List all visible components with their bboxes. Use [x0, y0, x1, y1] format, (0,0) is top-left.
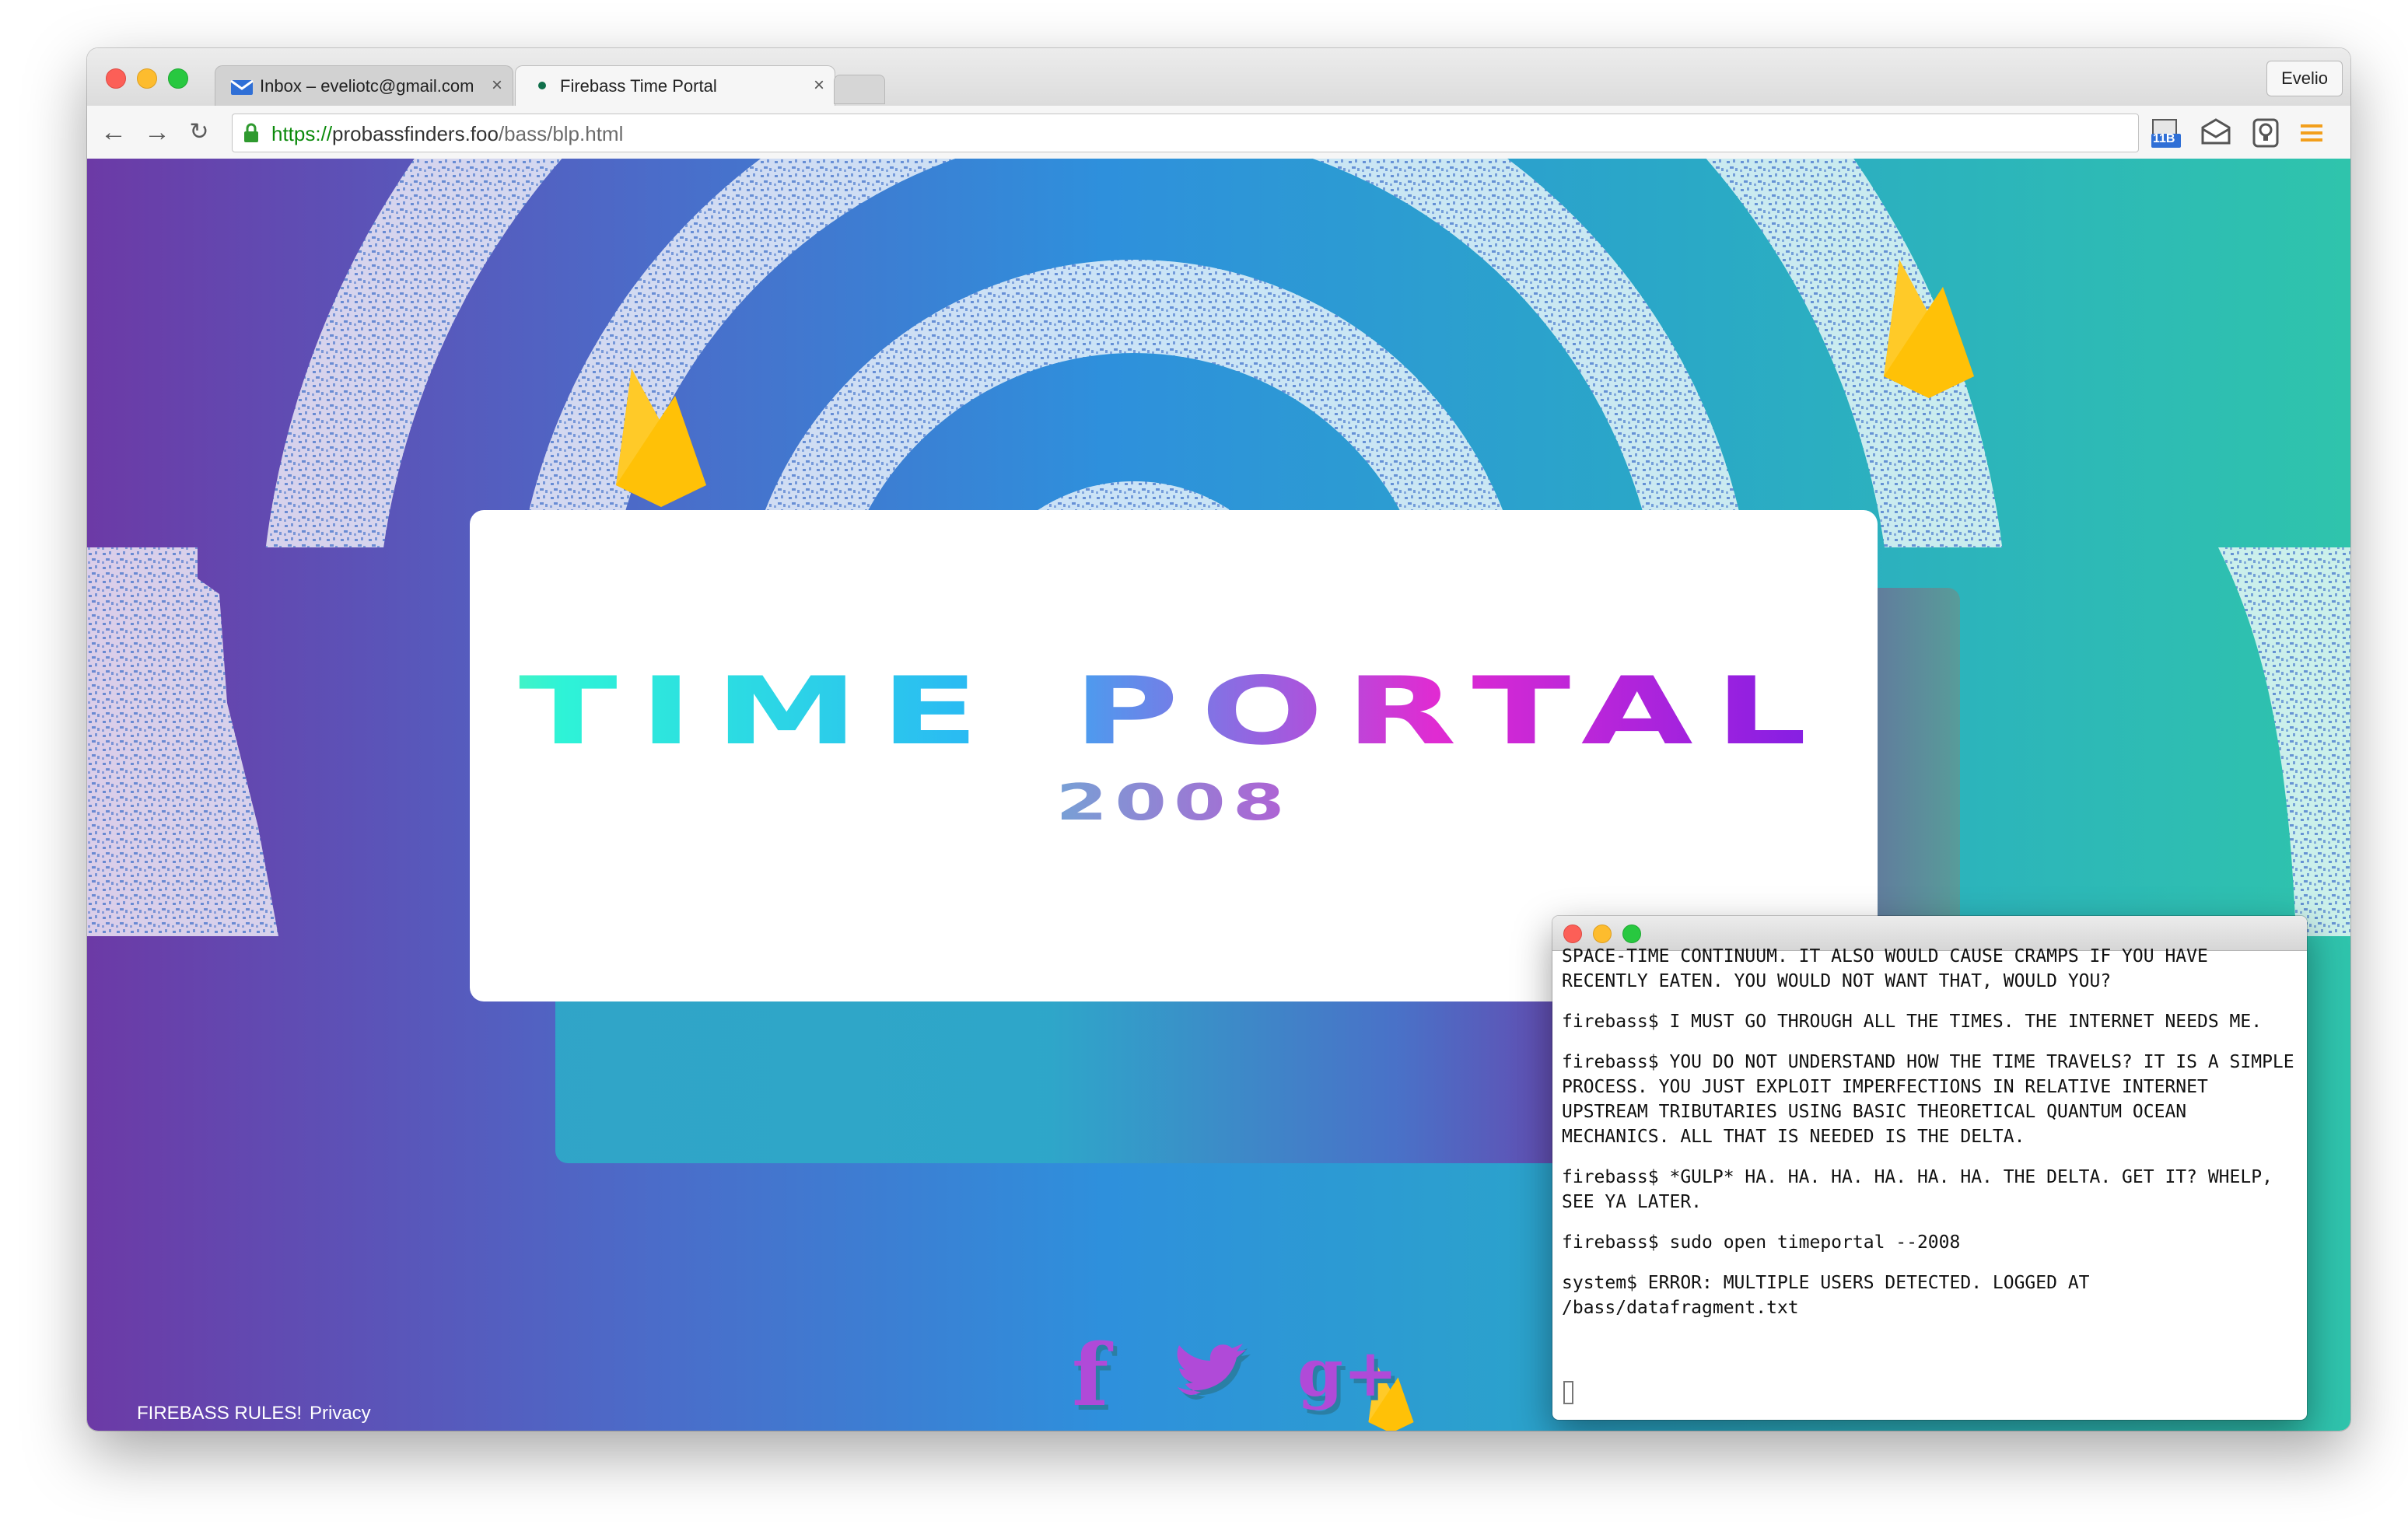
terminal-line: firebass$ YOU DO NOT UNDERSTAND HOW THE … — [1562, 1052, 2305, 1147]
menu-icon[interactable] — [2294, 117, 2327, 149]
terminal-cursor — [1563, 1381, 1573, 1404]
firebase-flame-icon — [1884, 260, 1974, 398]
calendar-extension-icon[interactable]: 11B — [2150, 117, 2182, 149]
twitter-icon[interactable] — [1170, 1339, 1251, 1409]
tab-inbox-close-icon[interactable]: × — [492, 75, 502, 96]
terminal-line: firebass$ I MUST GO THROUGH ALL THE TIME… — [1562, 1012, 2263, 1032]
footer-firebass-rules-link[interactable]: FIREBASS RULES! — [137, 1403, 302, 1424]
lock-icon — [244, 123, 258, 142]
tab-inbox-label: Inbox – eveliotc@gmail.com — [260, 76, 474, 96]
terminal-close-button[interactable] — [1563, 925, 1582, 943]
browser-toolbar: ← → ↻ https://probassfinders.foo/bass/bl… — [87, 106, 2350, 159]
facebook-icon[interactable]: f — [1072, 1325, 1108, 1425]
terminal-line: firebass$ *GULP* HA. HA. HA. HA. HA. HA.… — [1562, 1167, 2284, 1212]
terminal-window[interactable]: SPACE-TIME CONTINUUM. IT ALSO WOULD CAUS… — [1552, 916, 2307, 1420]
terminal-minimize-button[interactable] — [1593, 925, 1612, 943]
time-portal-page: TIME PORTAL 2008 f g+ FIREBASS RULES! Pr… — [87, 159, 2350, 1431]
tab-firebass-time-portal[interactable]: Firebass Time Portal × — [515, 65, 835, 106]
terminal-zoom-button[interactable] — [1622, 925, 1641, 943]
green-dot-icon — [538, 82, 546, 89]
mail-extension-icon[interactable] — [2200, 117, 2232, 149]
reload-icon[interactable]: ↻ — [184, 117, 215, 148]
tab-inbox[interactable]: Inbox – eveliotc@gmail.com × — [215, 65, 513, 106]
terminal-line: firebass$ sudo open timeportal --2008 — [1562, 1232, 1961, 1253]
tab-firebass-label: Firebass Time Portal — [560, 76, 717, 96]
back-arrow-icon[interactable]: ← — [98, 117, 129, 148]
gmail-envelope-icon — [230, 79, 254, 95]
address-bar[interactable]: https://probassfinders.foo/bass/blp.html — [232, 114, 2139, 152]
title-bar: Inbox – eveliotc@gmail.com × Firebass Ti… — [87, 48, 2350, 106]
new-tab-button[interactable] — [834, 75, 885, 104]
terminal-output: SPACE-TIME CONTINUUM. IT ALSO WOULD CAUS… — [1562, 944, 2298, 1336]
page-title: TIME PORTAL — [87, 658, 2265, 766]
profile-button[interactable]: Evelio — [2266, 61, 2343, 96]
lightbulb-extension-icon[interactable] — [2249, 117, 2282, 149]
year-subtitle: 2008 — [118, 774, 2230, 832]
url-text: https://probassfinders.foo/bass/blp.html — [271, 122, 624, 145]
minimize-window-button[interactable] — [137, 68, 157, 89]
extension-badge: 11B — [2153, 132, 2175, 145]
tab-firebass-close-icon[interactable]: × — [814, 75, 824, 96]
forward-arrow-icon[interactable]: → — [142, 117, 173, 148]
google-plus-icon[interactable]: g+ — [1297, 1334, 1398, 1411]
close-window-button[interactable] — [106, 68, 126, 89]
footer-privacy-link[interactable]: Privacy — [310, 1403, 371, 1424]
firebase-flame-icon — [616, 369, 706, 507]
terminal-line: system$ ERROR: MULTIPLE USERS DETECTED. … — [1562, 1273, 2101, 1318]
browser-window: Inbox – eveliotc@gmail.com × Firebass Ti… — [87, 48, 2350, 1431]
terminal-line: SPACE-TIME CONTINUUM. IT ALSO WOULD CAUS… — [1562, 946, 2219, 991]
zoom-window-button[interactable] — [168, 68, 188, 89]
